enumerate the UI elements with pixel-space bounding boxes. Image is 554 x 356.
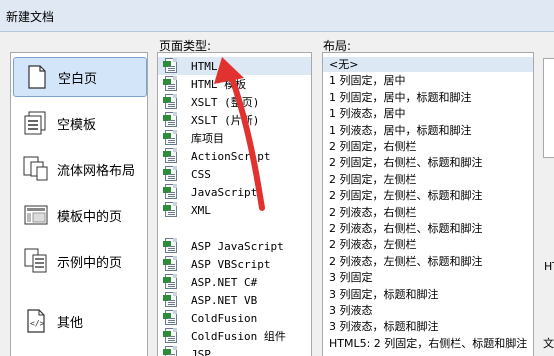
page-type-label: HTML 模板 <box>191 78 247 91</box>
page-type-item[interactable]: XSLT (片断) <box>158 111 311 129</box>
page-type-item[interactable]: ASP.NET VB <box>158 291 311 309</box>
category-label: 其他 <box>57 315 84 331</box>
category-label: 模板中的页 <box>57 209 123 225</box>
layout-item[interactable]: 1 列固定，居中 <box>323 73 533 88</box>
page-type-label: 库项目 <box>191 132 224 145</box>
layout-item[interactable]: 2 列液态，左侧栏 <box>323 237 533 252</box>
page-type-label: CSS <box>191 167 211 181</box>
page-type-item[interactable]: XML <box>158 201 311 219</box>
page-type-item[interactable]: JavaScript <box>158 183 311 201</box>
category-list: 空白页 空模板 流体网格布局 模板中的页 示例中的页 </> 其他 <box>10 52 148 356</box>
file-type-icon <box>163 94 179 110</box>
layout-item[interactable]: 1 列固定，居中，标题和脚注 <box>323 90 533 105</box>
file-type-icon <box>163 184 179 200</box>
category-blank-template[interactable]: 空模板 <box>13 103 147 143</box>
preview-pane <box>543 58 554 158</box>
layout-item[interactable]: <无> <box>323 57 533 72</box>
category-page-from-template[interactable]: 模板中的页 <box>13 195 147 235</box>
file-type-icon <box>163 166 179 182</box>
new-document-dialog: 空白页 空模板 流体网格布局 模板中的页 示例中的页 </> 其他 页面类型: … <box>0 32 554 356</box>
layout-item[interactable]: 2 列固定，左侧栏、标题和脚注 <box>323 188 533 203</box>
fluid-grid-icon <box>23 155 49 183</box>
file-type-icon <box>163 274 179 290</box>
window-title: 新建文档 <box>6 10 55 24</box>
page-type-label: ASP JavaScript <box>191 239 284 253</box>
page-type-item[interactable]: ASP.NET C# <box>158 273 311 291</box>
layout-item[interactable]: 3 列液态 <box>323 303 533 318</box>
page-type-label: JSP <box>191 347 211 356</box>
category-label: 空模板 <box>57 117 97 133</box>
page-type-label: ASP.NET VB <box>191 293 258 307</box>
layout-item[interactable]: 2 列液态，右侧栏、标题和脚注 <box>323 221 533 236</box>
category-blank-page[interactable]: 空白页 <box>13 57 147 97</box>
page-type-item[interactable]: CSS <box>158 165 311 183</box>
page-in-template-icon <box>23 201 49 229</box>
file-type-icon <box>163 346 179 356</box>
file-type-icon <box>163 256 179 272</box>
page-type-item[interactable]: HTML <box>158 57 311 75</box>
page-type-item[interactable]: ColdFusion <box>158 309 311 327</box>
page-type-label: ColdFusion <box>191 311 258 325</box>
file-type-icon <box>163 310 179 326</box>
file-type-icon <box>163 328 179 344</box>
page-type-label: XSLT (整页) <box>191 96 260 109</box>
file-type-icon <box>163 76 179 92</box>
page-type-label: JavaScript <box>191 185 258 199</box>
page-type-label: ColdFusion 组件 <box>191 330 286 343</box>
layout-item[interactable]: HTML5: 2 列固定，右侧栏、标题和脚注 <box>323 336 533 351</box>
file-type-icon <box>163 202 179 218</box>
layout-item[interactable]: 1 列液态，居中，标题和脚注 <box>323 123 533 138</box>
svg-text:</>: </> <box>30 319 45 328</box>
category-label: 示例中的页 <box>57 255 123 271</box>
sample-page-icon <box>23 247 49 275</box>
category-fluid-grid-layout[interactable]: 流体网格布局 <box>13 149 147 189</box>
side-label: 文 <box>543 337 554 350</box>
file-type-icon <box>163 238 179 254</box>
page-type-item[interactable]: ActionScript <box>158 147 311 165</box>
page-type-label: ActionScript <box>191 149 271 163</box>
page-type-item[interactable]: ColdFusion 组件 <box>158 327 311 345</box>
page-type-label: ASP.NET C# <box>191 275 258 289</box>
doctype-label: HT <box>544 260 554 273</box>
page-type-item[interactable]: JSP <box>158 345 311 356</box>
title-bar: 新建文档 <box>0 0 554 32</box>
layout-item[interactable]: 2 列液态，左侧栏、标题和脚注 <box>323 254 533 269</box>
layout-item[interactable]: 3 列固定，标题和脚注 <box>323 287 533 302</box>
file-type-icon <box>163 130 179 146</box>
page-type-item[interactable]: 库项目 <box>158 129 311 147</box>
layout-item[interactable]: 3 列固定 <box>323 270 533 285</box>
layout-item[interactable]: 3 列液态，标题和脚注 <box>323 319 533 334</box>
layout-item[interactable]: 2 列液态，右侧栏 <box>323 205 533 220</box>
layout-item[interactable]: 2 列固定，右侧栏、标题和脚注 <box>323 155 533 170</box>
other-icon: </> <box>23 307 49 335</box>
category-label: 流体网格布局 <box>57 163 136 179</box>
page-type-label: HTML <box>191 59 218 73</box>
page-type-label: XML <box>191 203 211 217</box>
page-type-label: XSLT (片断) <box>191 114 260 127</box>
layout-list: <无> 1 列固定，居中 1 列固定，居中，标题和脚注 1 列液态，居中 1 列液态，居… <box>322 52 534 356</box>
layout-item[interactable]: 2 列固定，左侧栏 <box>323 172 533 187</box>
page-type-label: ASP VBScript <box>191 257 271 271</box>
layout-item[interactable]: 2 列固定，右侧栏 <box>323 139 533 154</box>
category-other[interactable]: </> 其他 <box>13 301 147 341</box>
file-type-icon <box>163 58 179 74</box>
page-type-list: HTML HTML 模板 XSLT (整页) XSLT (片断) 库项目 ActionSc… <box>157 52 312 356</box>
layout-item[interactable]: 1 列液态，居中 <box>323 106 533 121</box>
category-label: 空白页 <box>58 71 98 87</box>
page-type-item[interactable]: ASP JavaScript <box>158 237 311 255</box>
file-type-icon <box>163 148 179 164</box>
category-page-from-sample[interactable]: 示例中的页 <box>13 241 147 281</box>
blank-page-icon <box>24 63 50 91</box>
file-type-icon <box>163 292 179 308</box>
page-type-item[interactable]: XSLT (整页) <box>158 93 311 111</box>
file-type-icon <box>163 112 179 128</box>
page-type-item[interactable]: HTML 模板 <box>158 75 311 93</box>
page-type-item[interactable]: ASP VBScript <box>158 255 311 273</box>
template-icon <box>23 109 49 137</box>
